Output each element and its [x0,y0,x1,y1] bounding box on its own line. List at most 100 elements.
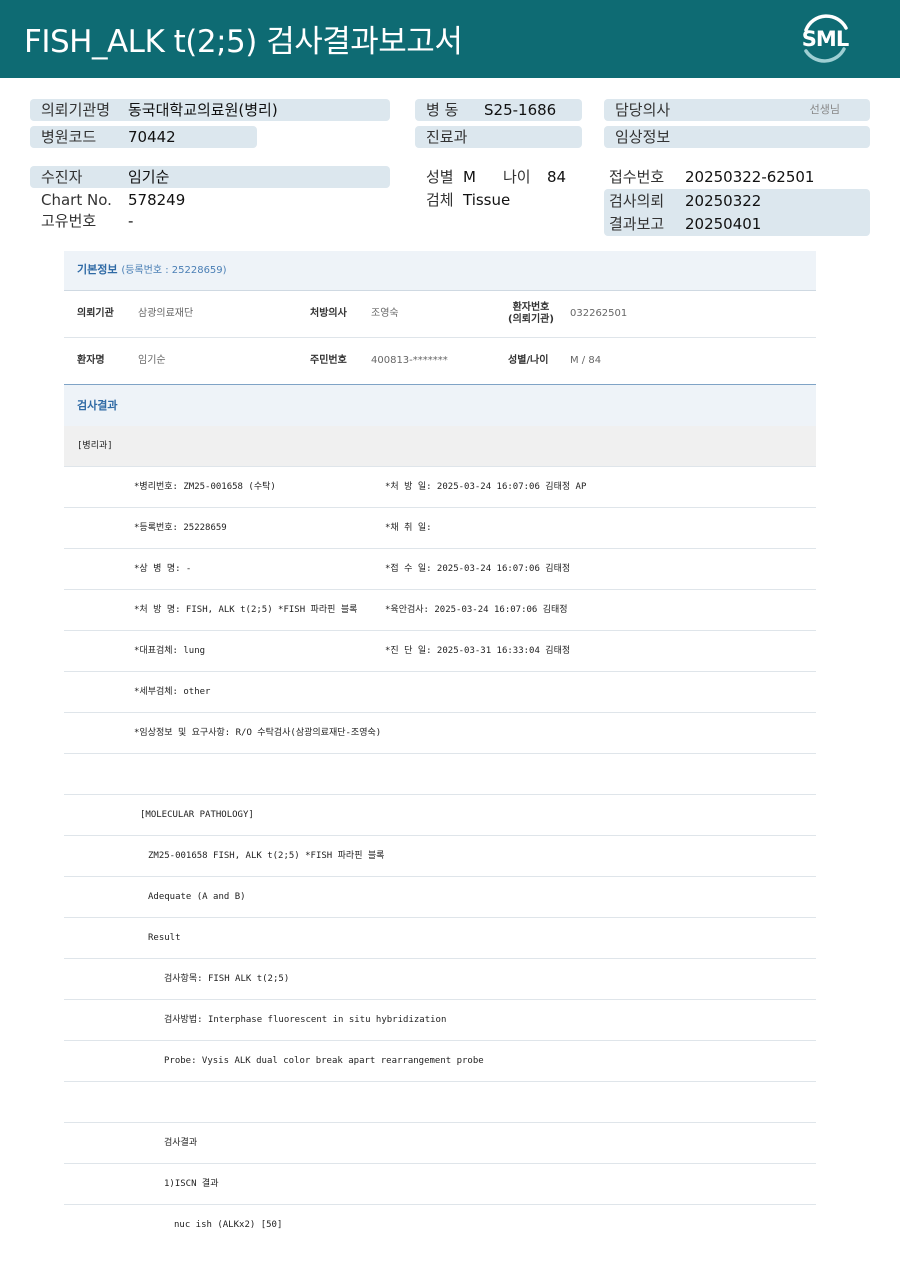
pno-value: 032262501 [570,308,628,319]
req-inst-field: 의뢰기관명 동국대학교의료원(병리) [30,99,390,121]
basic-info-reg: (등록번호 : 25228659) [121,265,227,276]
representative-specimen: *대표검체: lung [134,646,206,656]
mol-test-item: 검사항목: FISH ALK t(2;5) [164,974,290,984]
result-row: *상 병 명: - *접 수 일: 2025-03-24 16:07:06 김태… [64,549,816,590]
req-date-label: 검사의뢰 [609,192,665,210]
mol-row: 검사방법: Interphase fluorescent in situ hyb… [64,1000,816,1041]
age-label: 나이 [503,168,531,186]
report-title: FISH_ALK t(2;5) 검사결과보고서 [24,24,463,60]
unique-label: 고유번호 [41,212,97,230]
result-row: *대표검체: lung *진 단 일: 2025-03-31 16:33:04 … [64,631,816,672]
dept-tag: [병리과] [77,441,113,451]
basic-row-2: 환자명 임기순 주민번호 400813-******* 성별/나이 M / 84 [64,338,816,385]
age-value: 84 [547,168,567,186]
unique-value: - [128,212,134,230]
result-header: 검사결과 [64,385,816,426]
result-row: *등록번호: 25228659 *채 취 일: [64,508,816,549]
result-row: *임상정보 및 요구사항: R/O 수탁검사(삼광의료재단-조영숙) [64,713,816,754]
receipt-date: *접 수 일: 2025-03-24 16:07:06 김태정 [385,564,571,574]
pno-label-2: (의뢰기관) [508,314,554,325]
clinical-field: 임상정보 [604,126,870,148]
rrn-label: 주민번호 [310,355,347,366]
mol-iscn-value: nuc ish (ALKx2) [50] [174,1220,283,1230]
receipt-value: 20250322-62501 [685,168,815,186]
detail-specimen: *세부검체: other [134,687,211,697]
logo-text: SML [801,27,849,51]
mol-test-method: 검사방법: Interphase fluorescent in situ hyb… [164,1015,447,1025]
doctor-suffix: 선생님 [809,103,840,116]
doctor-field: 담당의사 선생님 [604,99,870,121]
mol-row: 검사결과 [64,1123,816,1164]
registration-number: *등록번호: 25228659 [134,523,227,533]
report-header: FISH_ALK t(2;5) 검사결과보고서 SML [0,0,900,78]
receipt-label: 접수번호 [609,168,665,186]
hosp-code-field: 병원코드 70442 [30,126,257,148]
sex-age-field: 성별 M 나이 84 [415,166,595,188]
name-label: 환자명 [77,355,105,366]
mol-probe: Probe: Vysis ALK dual color break apart … [164,1056,484,1066]
mol-test-result: 검사결과 [164,1138,198,1148]
report-body: 기본정보 (등록번호 : 25228659) 의뢰기관 삼광의료재단 처방의사 … [64,251,816,1246]
mol-row: Result [64,918,816,959]
name-value: 임기순 [138,355,166,366]
hosp-code-value: 70442 [128,128,176,146]
req-inst-value: 동국대학교의료원(병리) [128,101,278,119]
req-date-value: 20250322 [685,192,762,210]
rrn-value: 400813-******* [371,355,448,366]
unique-field: 고유번호 - [30,210,390,232]
sml-logo: SML [796,11,854,67]
hosp-code-label: 병원코드 [41,128,97,146]
patient-field: 수진자 임기순 [30,166,390,188]
clinical-label: 임상정보 [615,128,671,146]
mol-case: ZM25-001658 FISH, ALK t(2;5) *FISH 파라핀 블… [148,851,385,861]
result-row: *세부검체: other [64,672,816,713]
sexage-label: 성별/나이 [508,355,549,366]
ward-value: S25-1686 [484,101,557,119]
report-date-value: 20250401 [685,215,762,233]
mol-row: 검사항목: FISH ALK t(2;5) [64,959,816,1000]
diagnosis-name: *상 병 명: - [134,564,192,574]
req-inst-label: 의뢰기관명 [41,101,111,119]
patient-label: 수진자 [41,168,83,186]
order-date: *처 방 일: 2025-03-24 16:07:06 김태정 AP [385,482,587,492]
mol-iscn-label: 1)ISCN 결과 [164,1179,219,1189]
diagnosis-date: *진 단 일: 2025-03-31 16:33:04 김태정 [385,646,571,656]
doc-label: 처방의사 [310,308,347,319]
sexage-value: M / 84 [570,355,602,366]
mol-title: [MOLECULAR PATHOLOGY] [140,810,254,820]
report-date-label: 결과보고 [609,215,665,233]
result-row: *처 방 명: FISH, ALK t(2;5) *FISH 파라핀 블록 *육… [64,590,816,631]
chart-label: Chart No. [41,191,112,209]
ward-label: 병 동 [426,101,459,119]
report-date-field: 결과보고 20250401 [598,213,870,235]
pathology-number: *병리번호: ZM25-001658 (수탁) [134,482,276,492]
receipt-field: 접수번호 20250322-62501 [598,166,870,188]
clinical-request: *임상정보 및 요구사항: R/O 수탁검사(삼광의료재단-조영숙) [134,728,382,738]
mol-row: 1)ISCN 결과 [64,1164,816,1205]
mol-result-label: Result [148,933,181,943]
basic-info-header: 기본정보 (등록번호 : 25228659) [64,251,816,291]
ward-field: 병 동 S25-1686 [415,99,582,121]
req-date-field: 검사의뢰 20250322 [598,190,870,212]
order-name: *처 방 명: FISH, ALK t(2;5) *FISH 파라핀 블록 [134,605,358,615]
chart-field: Chart No. 578249 [30,189,390,211]
sex-label: 성별 [426,168,454,186]
mol-row: ZM25-001658 FISH, ALK t(2;5) *FISH 파라핀 블… [64,836,816,877]
dept-field: 진료과 [415,126,582,148]
doc-value: 조영숙 [371,308,399,319]
mol-row: [MOLECULAR PATHOLOGY] [64,795,816,836]
empty-row [64,1082,816,1123]
pno-label-1: 환자번호 [512,302,550,313]
specimen-field: 검체 Tissue [415,189,595,211]
inst-value: 삼광의료재단 [138,308,194,319]
mol-row: Probe: Vysis ALK dual color break apart … [64,1041,816,1082]
specimen-value: Tissue [463,191,511,209]
pno-label: 환자번호 (의뢰기관) [508,302,554,326]
doctor-label: 담당의사 [615,101,671,119]
patient-value: 임기순 [128,168,170,186]
empty-row [64,754,816,795]
specimen-label: 검체 [426,191,454,209]
basic-row-1: 의뢰기관 삼광의료재단 처방의사 조영숙 환자번호 (의뢰기관) 0322625… [64,291,816,338]
mol-row: Adequate (A and B) [64,877,816,918]
dept-tag-row: [병리과] [64,426,816,467]
